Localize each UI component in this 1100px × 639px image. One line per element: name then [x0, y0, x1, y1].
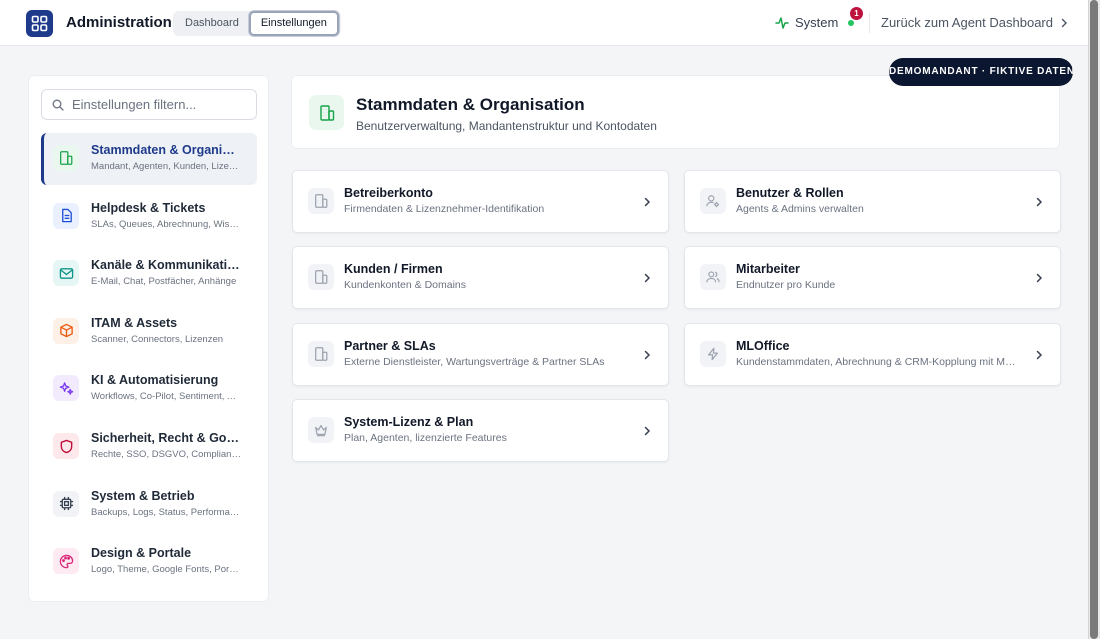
card-subtitle: Kundenkonten & Domains: [344, 279, 466, 292]
card-subtitle: Plan, Agenten, lizenzierte Features: [344, 431, 507, 444]
settings-card[interactable]: MLOffice Kundenstammdaten, Abrechnung & …: [684, 322, 1061, 386]
card-title: Kunden / Firmen: [344, 262, 443, 277]
building-icon: [308, 264, 334, 291]
card-subtitle: Kundenstammdaten, Abrechnung & CRM-Koppl…: [736, 355, 1016, 368]
card-title: Betreiberkonto: [344, 186, 433, 200]
sidebar-item-title: System & Betrieb: [91, 488, 195, 503]
cube-icon: [53, 317, 79, 344]
section-header: Stammdaten & Organisation Benutzerverwal…: [291, 75, 1060, 149]
scrollbar-thumb[interactable]: [1090, 0, 1098, 639]
sidebar-item-title: KI & Automatisierung: [91, 373, 219, 388]
system-status[interactable]: System: [775, 15, 855, 30]
settings-card[interactable]: Partner & SLAs Externe Dienstleister, Wa…: [292, 322, 669, 386]
sidebar-item[interactable]: Kanäle & Kommunikation E-Mail, Chat, Pos…: [41, 248, 257, 300]
sidebar-item[interactable]: ITAM & Assets Scanner, Connectors, Lizen…: [41, 306, 257, 358]
settings-card[interactable]: Kunden / Firmen Kundenkonten & Domains: [292, 246, 669, 310]
mail-icon: [53, 260, 79, 287]
building-icon: [319, 104, 334, 121]
tab-einstellungen[interactable]: Einstellungen: [248, 11, 339, 36]
bolt-icon: [700, 340, 726, 367]
sidebar-item-subtitle: Scanner, Connectors, Lizenzen: [91, 333, 224, 345]
sidebar-item-title: Helpdesk & Tickets: [91, 200, 206, 215]
page-scrollbar[interactable]: [1088, 0, 1100, 639]
sidebar-item[interactable]: Sicherheit, Recht & Governance Rechte, S…: [41, 421, 257, 473]
app-logo[interactable]: [26, 10, 53, 37]
chevron-right-icon: [1036, 197, 1043, 207]
sidebar-item-title: Kanäle & Kommunikation: [91, 258, 241, 273]
section-subtitle: Benutzerverwaltung, Mandantenstruktur un…: [356, 119, 657, 133]
chevron-right-icon: [644, 426, 651, 436]
chevron-right-icon: [644, 197, 651, 207]
sidebar-item[interactable]: System & Betrieb Backups, Logs, Status, …: [41, 479, 257, 531]
palette-icon: [53, 548, 79, 575]
sidebar-item-subtitle: Logo, Theme, Google Fonts, Portale: [91, 564, 241, 576]
sidebar-item-subtitle: Backups, Logs, Status, Performance: [91, 506, 241, 518]
card-title: Partner & SLAs: [344, 338, 436, 353]
notification-badge[interactable]: 1: [850, 7, 863, 20]
sidebar-item-subtitle: E-Mail, Chat, Postfächer, Anhänge: [91, 276, 237, 288]
section-title: Stammdaten & Organisation: [356, 95, 585, 114]
settings-card[interactable]: Betreiberkonto Firmendaten & Lizenznehme…: [292, 170, 669, 233]
top-bar: Administration Dashboard Einstellungen S…: [0, 0, 1088, 46]
sidebar-item-subtitle: Workflows, Co-Pilot, Sentiment, Auto-Tag…: [91, 391, 241, 403]
card-subtitle: Externe Dienstleister, Wartungsverträge …: [344, 355, 605, 368]
sidebar-item-subtitle: SLAs, Queues, Abrechnung, Wissensdatenba…: [91, 218, 241, 230]
chevron-right-icon: [1061, 18, 1067, 27]
settings-card[interactable]: System-Lizenz & Plan Plan, Agenten, lize…: [292, 398, 669, 462]
sidebar-item[interactable]: Stammdaten & Organisation Mandant, Agent…: [41, 133, 257, 185]
card-subtitle: Agents & Admins verwalten: [736, 203, 864, 215]
sidebar-item[interactable]: Helpdesk & Tickets SLAs, Queues, Abrechn…: [41, 191, 257, 243]
main-tabs: Dashboard Einstellungen: [173, 11, 341, 36]
status-dot: [848, 19, 855, 26]
building-icon: [308, 188, 334, 214]
demo-tenant-badge: DEMOMANDANT · FIKTIVE DATEN: [889, 58, 1073, 86]
back-to-agent-dashboard-link[interactable]: Zurück zum Agent Dashboard: [881, 15, 1069, 30]
search-icon: [52, 99, 64, 111]
building-icon: [308, 340, 334, 367]
users-icon: [700, 264, 726, 291]
section-icon: [309, 95, 344, 130]
sidebar-item-title: Stammdaten & Organisation: [91, 143, 241, 157]
tab-dashboard[interactable]: Dashboard: [175, 13, 249, 34]
grid-icon: [31, 15, 48, 32]
building-icon: [53, 145, 79, 171]
header-divider: [869, 13, 870, 33]
document-icon: [53, 202, 79, 229]
card-title: System-Lizenz & Plan: [344, 414, 474, 429]
user-cog-icon: [700, 188, 726, 214]
sidebar-item[interactable]: KI & Automatisierung Workflows, Co-Pilot…: [41, 363, 257, 415]
settings-sidebar: Stammdaten & Organisation Mandant, Agent…: [28, 75, 269, 602]
settings-filter[interactable]: [41, 89, 257, 120]
settings-card[interactable]: Mitarbeiter Endnutzer pro Kunde: [684, 246, 1061, 310]
shield-icon: [53, 433, 79, 459]
sidebar-item[interactable]: Design & Portale Logo, Theme, Google Fon…: [41, 536, 257, 588]
app-title: Administration: [66, 14, 172, 31]
settings-filter-input[interactable]: [72, 97, 252, 112]
chevron-right-icon: [1036, 350, 1043, 359]
settings-card[interactable]: Benutzer & Rollen Agents & Admins verwal…: [684, 170, 1061, 233]
sidebar-item-title: ITAM & Assets: [91, 315, 178, 330]
sidebar-item-subtitle: Mandant, Agenten, Kunden, Lizenzen: [91, 161, 241, 172]
sparkles-icon: [53, 375, 79, 402]
card-title: Mitarbeiter: [736, 262, 800, 277]
sidebar-item-subtitle: Rechte, SSO, DSGVO, Compliance: [91, 449, 241, 460]
crown-icon: [308, 416, 334, 443]
card-subtitle: Firmendaten & Lizenznehmer-Identifikatio…: [344, 203, 545, 215]
activity-icon: [775, 16, 789, 29]
system-label: System: [795, 15, 839, 30]
chevron-right-icon: [644, 350, 651, 359]
chevron-right-icon: [1036, 274, 1043, 283]
card-subtitle: Endnutzer pro Kunde: [736, 279, 836, 292]
card-title: MLOffice: [736, 338, 790, 353]
sidebar-item-title: Design & Portale: [91, 546, 192, 561]
card-title: Benutzer & Rollen: [736, 186, 844, 200]
chip-icon: [53, 490, 79, 517]
chevron-right-icon: [644, 274, 651, 283]
sidebar-item-title: Sicherheit, Recht & Governance: [91, 431, 241, 445]
back-link-label: Zurück zum Agent Dashboard: [881, 15, 1053, 30]
